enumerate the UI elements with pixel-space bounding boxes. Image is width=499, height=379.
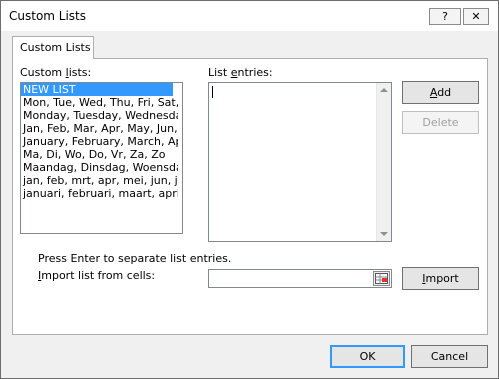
list-item[interactable]: Mon, Tue, Wed, Thu, Fri, Sat, S (21, 96, 178, 109)
import-button[interactable]: Import (402, 267, 479, 290)
list-item[interactable]: Maandag, Dinsdag, Woensdag (21, 161, 178, 174)
list-entries-textarea[interactable] (208, 82, 392, 242)
delete-button[interactable]: Delete (402, 111, 479, 134)
collapse-dialog-icon (375, 273, 388, 284)
list-item[interactable]: Monday, Tuesday, Wednesday, (21, 109, 178, 122)
import-list-label: Import list from cells: (38, 269, 156, 282)
custom-lists-label: Custom lists: (20, 66, 92, 79)
text-caret (212, 86, 213, 98)
cancel-button[interactable]: Cancel (411, 345, 488, 368)
custom-lists-dialog: Custom Lists ? ✕ Custom Lists Custom lis… (0, 0, 499, 379)
tab-label: Custom Lists (20, 41, 91, 54)
custom-lists-listbox[interactable]: NEW LIST Mon, Tue, Wed, Thu, Fri, Sat, SM… (20, 82, 183, 234)
scroll-down-arrow-icon[interactable] (380, 232, 388, 236)
list-item[interactable]: Jan, Feb, Mar, Apr, May, Jun, Ju (21, 122, 178, 135)
custom-lists-panel: Custom lists: NEW LIST Mon, Tue, Wed, Thu… (12, 58, 488, 335)
import-range-input[interactable] (208, 269, 392, 288)
ok-button[interactable]: OK (330, 345, 405, 368)
list-entries-label: List entries: (208, 66, 273, 79)
help-button[interactable]: ? (429, 8, 461, 25)
list-item[interactable]: jan, feb, mrt, apr, mei, jun, jul, (21, 174, 178, 187)
enter-hint-text: Press Enter to separate list entries. (38, 252, 232, 265)
add-button[interactable]: Add (402, 81, 479, 104)
close-button[interactable]: ✕ (463, 8, 489, 25)
list-item[interactable]: januari, februari, maart, april, r (21, 187, 178, 200)
list-item[interactable]: Ma, Di, Wo, Do, Vr, Za, Zo (21, 148, 178, 161)
tab-custom-lists[interactable]: Custom Lists (12, 36, 94, 59)
title-bar: Custom Lists ? ✕ (1, 1, 498, 31)
list-item[interactable]: January, February, March, Apri (21, 135, 178, 148)
list-entries-scrollbar[interactable] (376, 83, 391, 241)
range-selector-button[interactable] (373, 271, 390, 286)
dialog-title: Custom Lists (9, 9, 87, 23)
list-item[interactable]: NEW LIST (21, 83, 173, 96)
scroll-up-arrow-icon[interactable] (380, 88, 388, 92)
